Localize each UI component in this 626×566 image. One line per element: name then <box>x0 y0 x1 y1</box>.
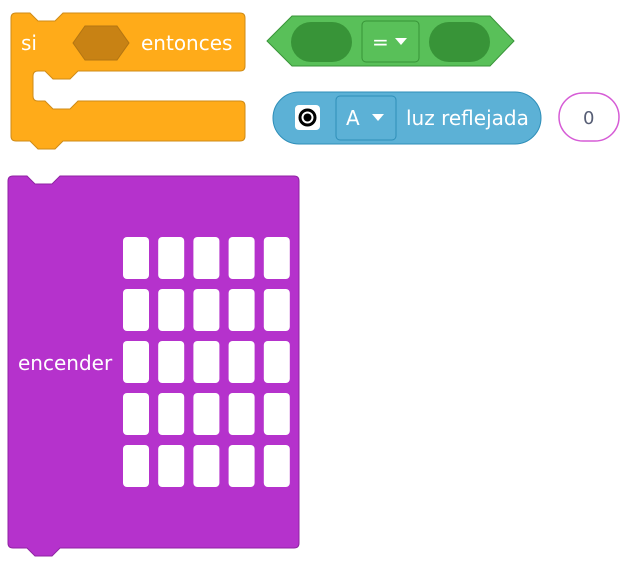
led-cell[interactable] <box>193 237 220 279</box>
led-cell[interactable] <box>263 237 290 279</box>
left-operand-slot[interactable] <box>291 22 352 62</box>
led-grid[interactable] <box>123 237 290 487</box>
then-label: entonces <box>141 31 232 55</box>
port-dropdown[interactable] <box>335 95 397 141</box>
led-matrix-block[interactable]: encender <box>7 175 300 557</box>
led-label: encender <box>18 351 113 375</box>
led-cell[interactable] <box>228 237 255 279</box>
right-operand-slot[interactable] <box>429 22 490 62</box>
port-value: A <box>346 106 360 130</box>
led-cell[interactable] <box>158 289 185 331</box>
reflected-light-block[interactable]: A luz reflejada <box>272 91 542 145</box>
led-cell[interactable] <box>158 237 185 279</box>
led-cell[interactable] <box>158 393 185 435</box>
sensor-eye-icon <box>295 105 320 130</box>
led-cell[interactable] <box>263 341 290 383</box>
led-cell[interactable] <box>158 341 185 383</box>
led-cell[interactable] <box>123 289 149 331</box>
led-cell[interactable] <box>228 393 255 435</box>
led-cell[interactable] <box>228 341 255 383</box>
led-cell[interactable] <box>123 237 149 279</box>
led-cell[interactable] <box>263 289 290 331</box>
number-input-value: 0 <box>583 108 594 129</box>
led-cell[interactable] <box>123 445 149 487</box>
led-cell[interactable] <box>228 445 255 487</box>
led-cell[interactable] <box>123 341 149 383</box>
led-cell[interactable] <box>193 341 220 383</box>
operator-value: = <box>372 30 389 54</box>
led-cell[interactable] <box>123 393 149 435</box>
sensor-label: luz reflejada <box>406 106 529 130</box>
if-then-block[interactable]: si entonces <box>10 12 246 150</box>
if-label: si <box>21 31 37 55</box>
led-cell[interactable] <box>228 289 255 331</box>
operator-dropdown[interactable] <box>361 20 420 63</box>
led-cell[interactable] <box>193 445 220 487</box>
led-cell[interactable] <box>158 445 185 487</box>
led-cell[interactable] <box>263 445 290 487</box>
led-cell[interactable] <box>193 289 220 331</box>
number-input[interactable]: 0 <box>558 92 620 142</box>
equals-block[interactable]: = <box>266 15 515 67</box>
led-cell[interactable] <box>193 393 220 435</box>
code-workspace[interactable]: si entonces = A luz reflejada 0 encender <box>0 0 626 566</box>
led-cell[interactable] <box>263 393 290 435</box>
condition-slot[interactable] <box>72 25 130 61</box>
